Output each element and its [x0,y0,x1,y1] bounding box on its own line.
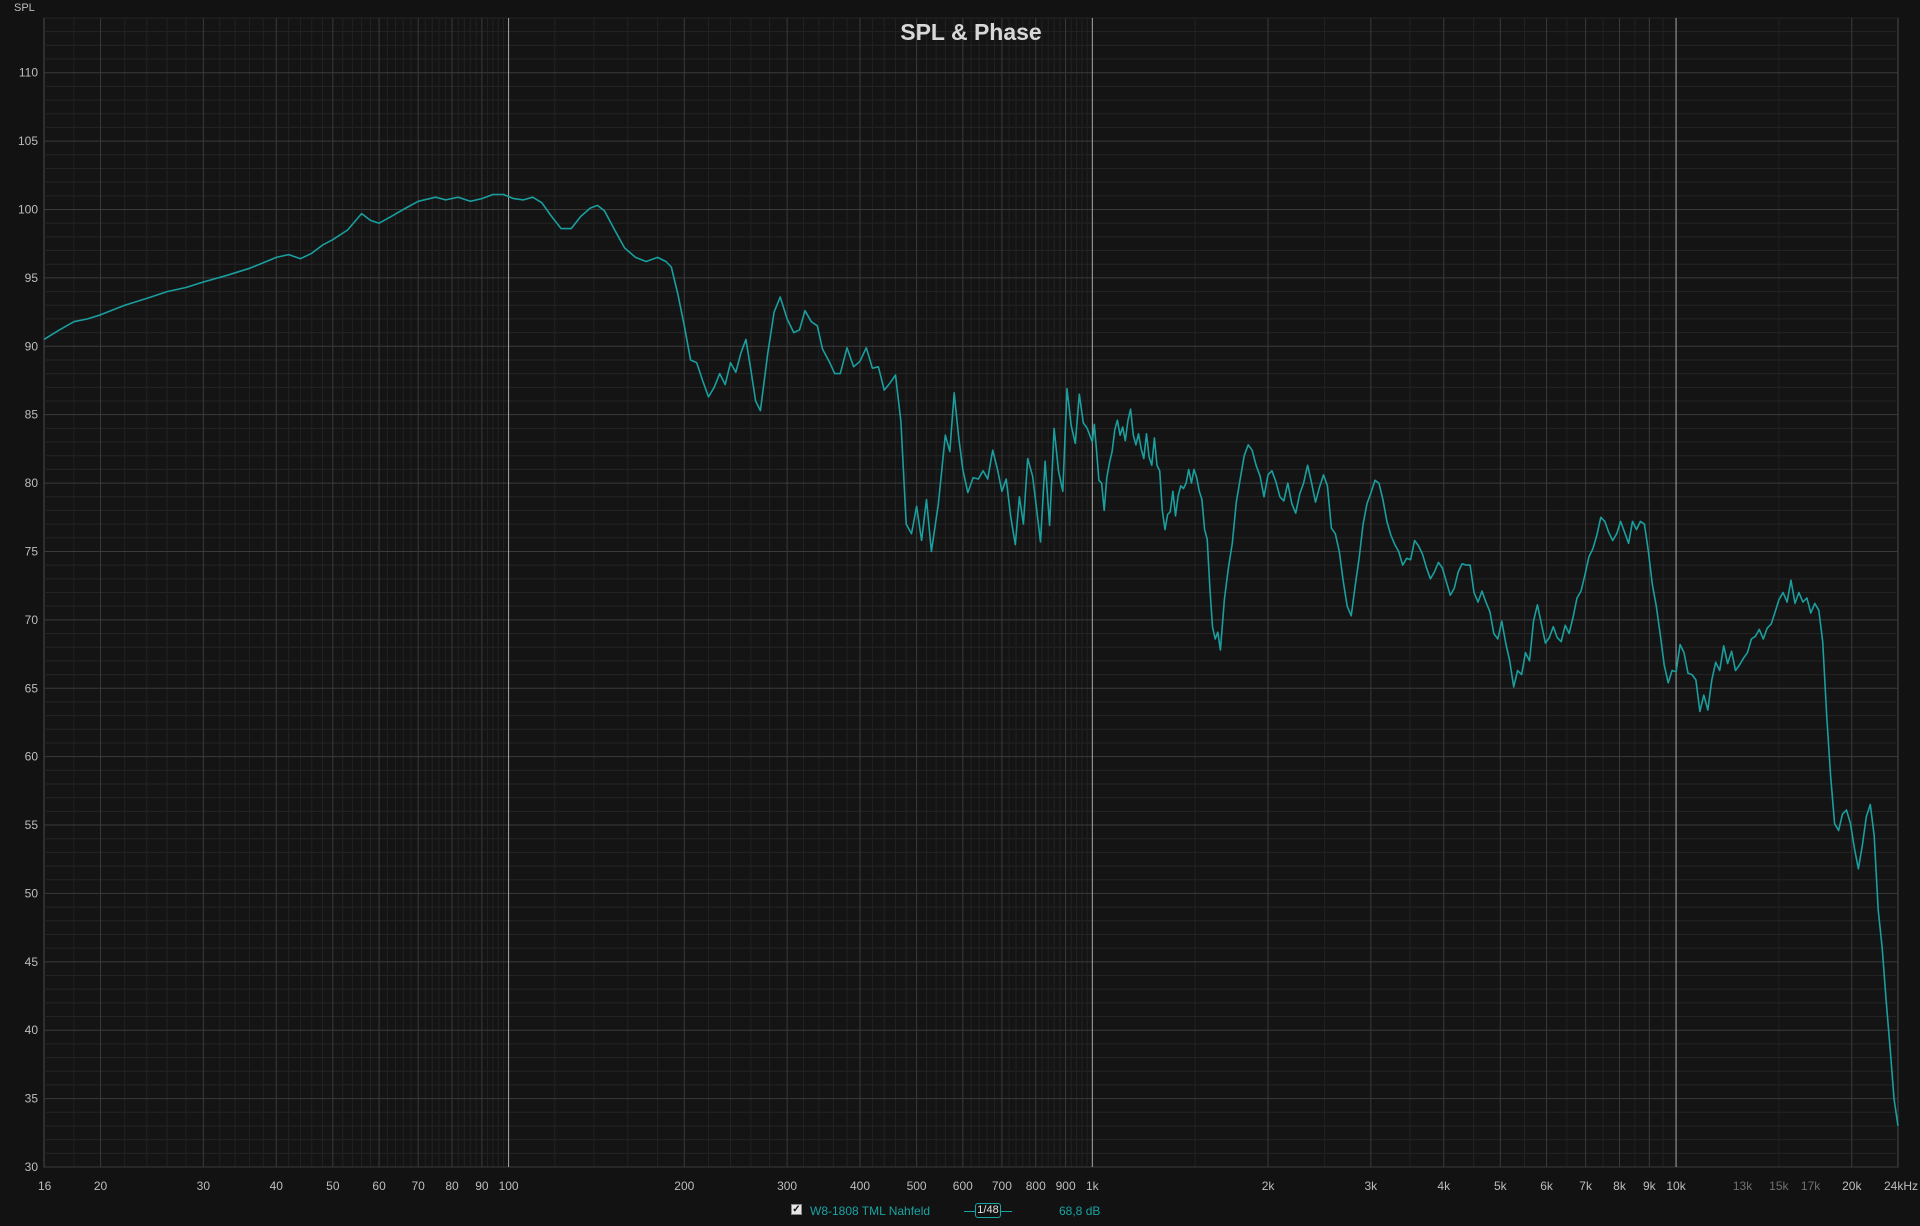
y-tick-label: 75 [25,544,39,558]
chart-title: SPL & Phase [900,19,1041,45]
x-tick-label: 600 [953,1179,973,1193]
x-tick-label: 40 [270,1179,284,1193]
y-tick-label: 40 [25,1023,39,1037]
y-tick-label: 55 [25,818,39,832]
x-tick-label: 3k [1364,1179,1378,1193]
x-tick-label: 6k [1540,1179,1554,1193]
x-tick-label: 4k [1437,1179,1451,1193]
y-tick-label: 30 [25,1160,39,1174]
x-tick-label: 900 [1056,1179,1076,1193]
x-tick-label: 700 [992,1179,1012,1193]
x-tick-label: 16 [38,1179,52,1193]
y-tick-label: 105 [18,134,38,148]
y-tick-label: 95 [25,271,39,285]
y-tick-label: 60 [25,750,39,764]
y-axis-label: SPL [14,2,35,14]
legend: ✓ W8-1808 TML Nahfeld 1/48 68,8 dB [0,1200,1920,1224]
x-tick-label: 300 [777,1179,797,1193]
x-tick-label: 20 [94,1179,108,1193]
x-tick-label: 80 [445,1179,459,1193]
x-tick-label: 9k [1643,1179,1657,1193]
x-tick-label: 200 [674,1179,694,1193]
y-tick-label: 90 [25,339,39,353]
x-tick-label: 2k [1262,1179,1276,1193]
y-tick-label: 45 [25,955,39,969]
legend-db-value: 68,8 dB [1059,1204,1101,1218]
series-visibility-checkbox[interactable]: ✓ [791,1204,802,1215]
x-tick-label: 400 [850,1179,870,1193]
y-tick-label: 100 [18,203,38,217]
y-tick-label: 85 [25,408,39,422]
x-tick-label: 7k [1579,1179,1593,1193]
spl-phase-chart: 110 105 100 95 90 85 80 75 70 65 60 55 50 45 40 35 30 16… [0,0,1920,1200]
legend-line-right [1000,1211,1012,1212]
x-tick-label: 500 [907,1179,927,1193]
y-tick-label: 70 [25,613,39,627]
x-tick-label: 1k [1086,1179,1100,1193]
x-tick-label: 24kHz [1884,1179,1918,1193]
smoothing-button[interactable]: 1/48 [975,1203,1001,1218]
x-tick-label: 100 [499,1179,519,1193]
x-tick-label: 15k [1769,1179,1789,1193]
y-tick-label: 80 [25,476,39,490]
x-tick-label: 17k [1801,1179,1821,1193]
y-tick-label: 110 [19,66,38,80]
x-tick-label: 800 [1026,1179,1046,1193]
x-tick-label: 90 [475,1179,489,1193]
x-tick-label: 5k [1494,1179,1508,1193]
x-tick-label: 60 [372,1179,386,1193]
x-tick-label: 50 [326,1179,340,1193]
x-tick-label: 20k [1842,1179,1862,1193]
y-tick-label: 35 [25,1092,39,1106]
x-tick-label: 10k [1666,1179,1686,1193]
x-tick-label: 30 [197,1179,211,1193]
x-tick-label: 70 [411,1179,425,1193]
y-tick-label: 50 [25,886,39,900]
x-tick-label: 8k [1613,1179,1627,1193]
x-tick-label: 13k [1733,1179,1753,1193]
legend-series-name: W8-1808 TML Nahfeld [810,1204,931,1218]
y-tick-label: 65 [25,681,39,695]
